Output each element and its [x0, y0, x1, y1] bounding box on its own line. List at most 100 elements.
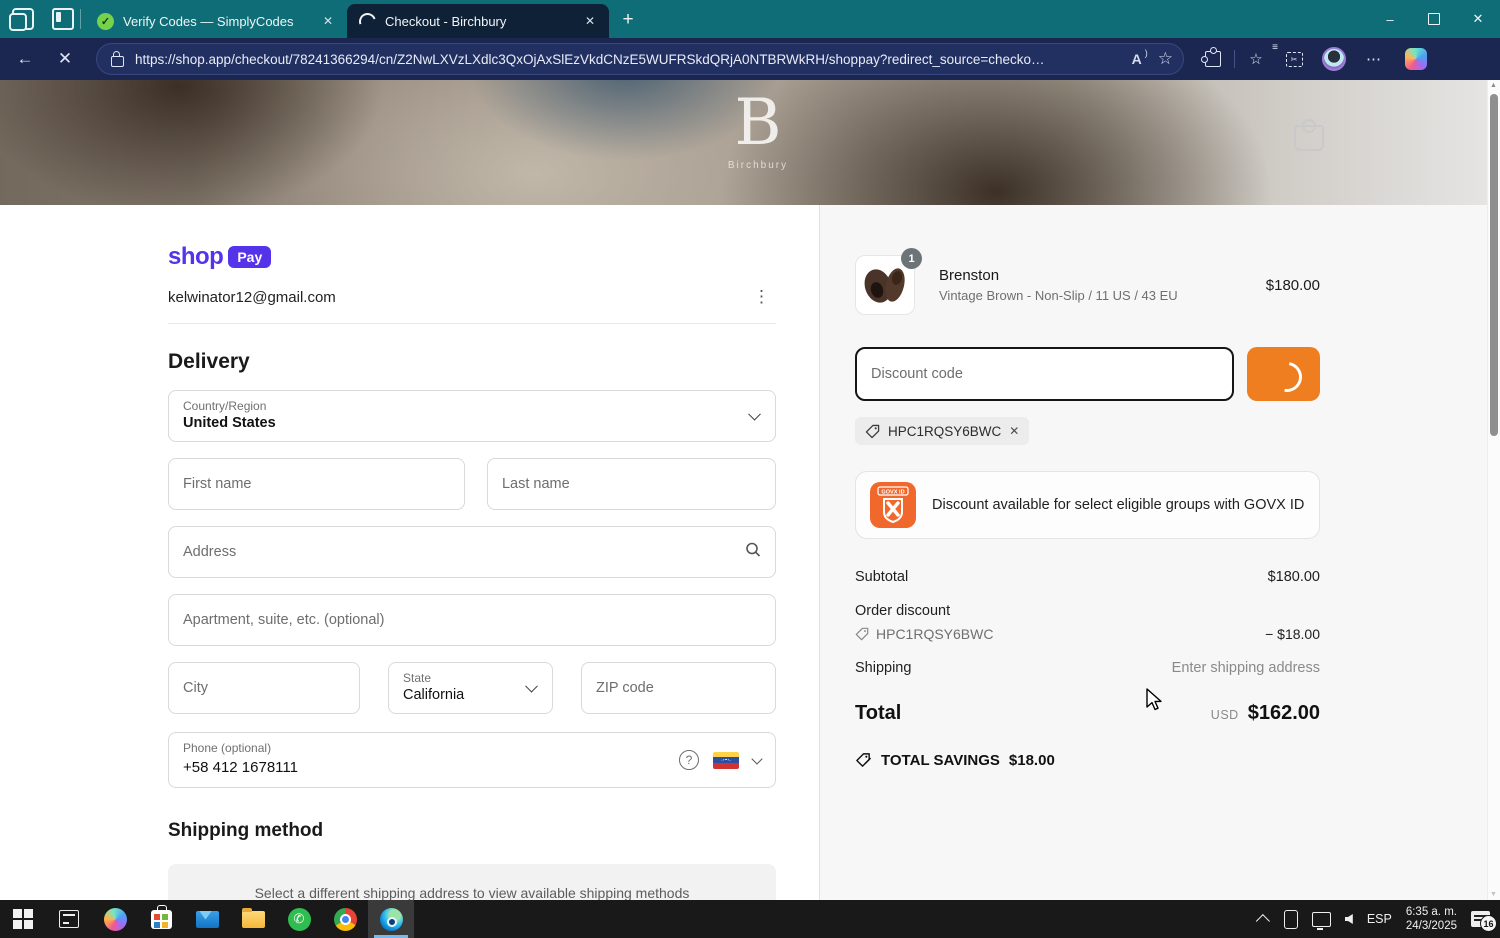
state-label: State: [403, 671, 432, 685]
apartment-input[interactable]: [169, 595, 775, 645]
tag-icon: [855, 627, 869, 641]
language-indicator[interactable]: ESP: [1367, 912, 1392, 926]
browser-toolbar: ← ✕ https://shop.app/checkout/7824136629…: [0, 38, 1500, 80]
tab-title: Verify Codes — SimplyCodes: [123, 13, 294, 29]
task-view-button[interactable]: [46, 900, 92, 938]
edge-button[interactable]: [368, 900, 414, 938]
vertical-tabs-icon[interactable]: [52, 8, 74, 30]
customer-email: kelwinator12@gmail.com: [168, 288, 336, 306]
file-explorer-button[interactable]: [230, 900, 276, 938]
phone-help-icon[interactable]: ?: [679, 750, 699, 770]
network-display-icon[interactable]: [1311, 911, 1331, 930]
minimize-button[interactable]: –: [1368, 0, 1412, 38]
loading-spinner-icon: [1265, 356, 1308, 398]
shipping-label: Shipping: [855, 660, 912, 676]
apartment-field[interactable]: [168, 594, 776, 646]
country-label: Country/Region: [183, 399, 267, 413]
copilot-button[interactable]: [1401, 44, 1431, 74]
applied-discount-chip: HPC1RQSY6BWC ✕: [855, 417, 1030, 445]
apply-discount-button[interactable]: [1247, 347, 1320, 401]
zip-input[interactable]: [582, 663, 775, 713]
last-name-field[interactable]: [486, 458, 776, 510]
toolbar-separator: [1234, 50, 1235, 68]
address-field[interactable]: [168, 526, 776, 578]
tab-checkout-birchbury[interactable]: Checkout - Birchbury ✕: [347, 4, 609, 38]
chrome-button[interactable]: [322, 900, 368, 938]
tag-icon: [865, 424, 880, 438]
browser-titlebar: ✓ Verify Codes — SimplyCodes ✕ Checkout …: [0, 0, 1500, 38]
volume-icon[interactable]: [1344, 914, 1353, 924]
read-aloud-icon[interactable]: A: [1132, 48, 1148, 67]
start-button[interactable]: [0, 900, 46, 938]
tab-close-icon[interactable]: ✕: [319, 12, 337, 30]
zip-field[interactable]: [581, 662, 776, 714]
store-logo[interactable]: B Birchbury: [718, 88, 798, 171]
chevron-down-icon: [525, 679, 538, 693]
phone-field[interactable]: Phone (optional) +58 412 1678111 ?: [168, 732, 776, 788]
edge-icon: [379, 907, 403, 931]
tab-separator: [80, 9, 81, 29]
microsoft-store-button[interactable]: [138, 900, 184, 938]
product-variant: Vintage Brown - Non-Slip / 11 US / 43 EU: [939, 288, 1178, 303]
restore-button[interactable]: [1412, 0, 1456, 38]
copilot-taskbar-button[interactable]: [92, 900, 138, 938]
tray-expand-icon[interactable]: [1255, 914, 1270, 929]
windows-logo-icon: [13, 909, 33, 929]
puzzle-icon: [1201, 47, 1221, 67]
scroll-down-arrow[interactable]: ▼: [1490, 891, 1497, 898]
mail-button[interactable]: [184, 900, 230, 938]
whatsapp-button[interactable]: ✆: [276, 900, 322, 938]
hero-banner-image: B Birchbury: [0, 80, 1487, 205]
scroll-up-arrow[interactable]: ▲: [1490, 82, 1497, 89]
email-menu-icon[interactable]: ⋮: [747, 287, 776, 307]
city-field[interactable]: [168, 662, 360, 714]
extensions-button[interactable]: [1198, 44, 1228, 74]
state-select[interactable]: State California: [388, 662, 553, 714]
city-input[interactable]: [169, 663, 359, 713]
web-capture-button[interactable]: ✂: [1279, 44, 1309, 74]
phone-link-icon[interactable]: [1283, 909, 1298, 929]
country-select[interactable]: Country/Region United States: [168, 390, 776, 442]
profile-button[interactable]: [1319, 44, 1349, 74]
clock[interactable]: 6:35 a. m. 24/3/2025: [1406, 905, 1457, 933]
url-text[interactable]: https://shop.app/checkout/78241366294/cn…: [135, 52, 1116, 67]
govx-text: Discount available for select eligible g…: [932, 497, 1305, 513]
settings-menu-button[interactable]: ⋯: [1359, 44, 1389, 74]
phone-value[interactable]: +58 412 1678111: [183, 759, 298, 776]
lock-icon[interactable]: [111, 50, 124, 67]
first-name-input[interactable]: [169, 459, 464, 509]
remove-discount-icon[interactable]: ✕: [1009, 424, 1019, 438]
page-scrollbar[interactable]: ▲ ▼: [1487, 80, 1500, 900]
tab-close-icon[interactable]: ✕: [581, 12, 599, 30]
discount-code-input[interactable]: [857, 349, 1232, 399]
restore-icon: [1428, 13, 1440, 25]
last-name-input[interactable]: [487, 459, 775, 509]
savings-value: $18.00: [1008, 752, 1055, 769]
stop-loading-button[interactable]: ✕: [50, 44, 80, 74]
scrollbar-thumb[interactable]: [1490, 94, 1498, 436]
cart-bag-icon[interactable]: [1294, 119, 1324, 151]
workspaces-icon[interactable]: [9, 8, 34, 31]
chevron-down-icon[interactable]: [751, 752, 763, 765]
phone-label: Phone (optional): [183, 741, 272, 755]
capture-icon: ✂: [1285, 51, 1303, 67]
task-view-icon: [59, 910, 79, 928]
address-input[interactable]: [169, 527, 775, 577]
order-discount-label: Order discount: [855, 603, 951, 619]
first-name-field[interactable]: [168, 458, 465, 510]
back-button[interactable]: ←: [10, 44, 40, 74]
discount-code-field[interactable]: [855, 347, 1234, 401]
collections-button[interactable]: ☆: [1241, 42, 1278, 74]
chrome-icon: [333, 907, 357, 931]
govx-banner[interactable]: GOVX ID Discount available for select el…: [855, 471, 1320, 539]
address-bar[interactable]: https://shop.app/checkout/78241366294/cn…: [96, 43, 1184, 75]
tab-simplycodes[interactable]: ✓ Verify Codes — SimplyCodes ✕: [85, 4, 347, 38]
currency-code: USD: [1210, 708, 1239, 722]
notification-center-icon[interactable]: 16: [1471, 911, 1497, 932]
venezuela-flag-icon[interactable]: [713, 751, 739, 769]
discount-code-text: HPC1RQSY6BWC: [876, 626, 994, 642]
new-tab-button[interactable]: +: [615, 7, 641, 33]
quantity-badge: 1: [901, 248, 922, 269]
close-button[interactable]: ✕: [1456, 0, 1500, 38]
favorite-star-icon[interactable]: ☆: [1158, 49, 1173, 69]
